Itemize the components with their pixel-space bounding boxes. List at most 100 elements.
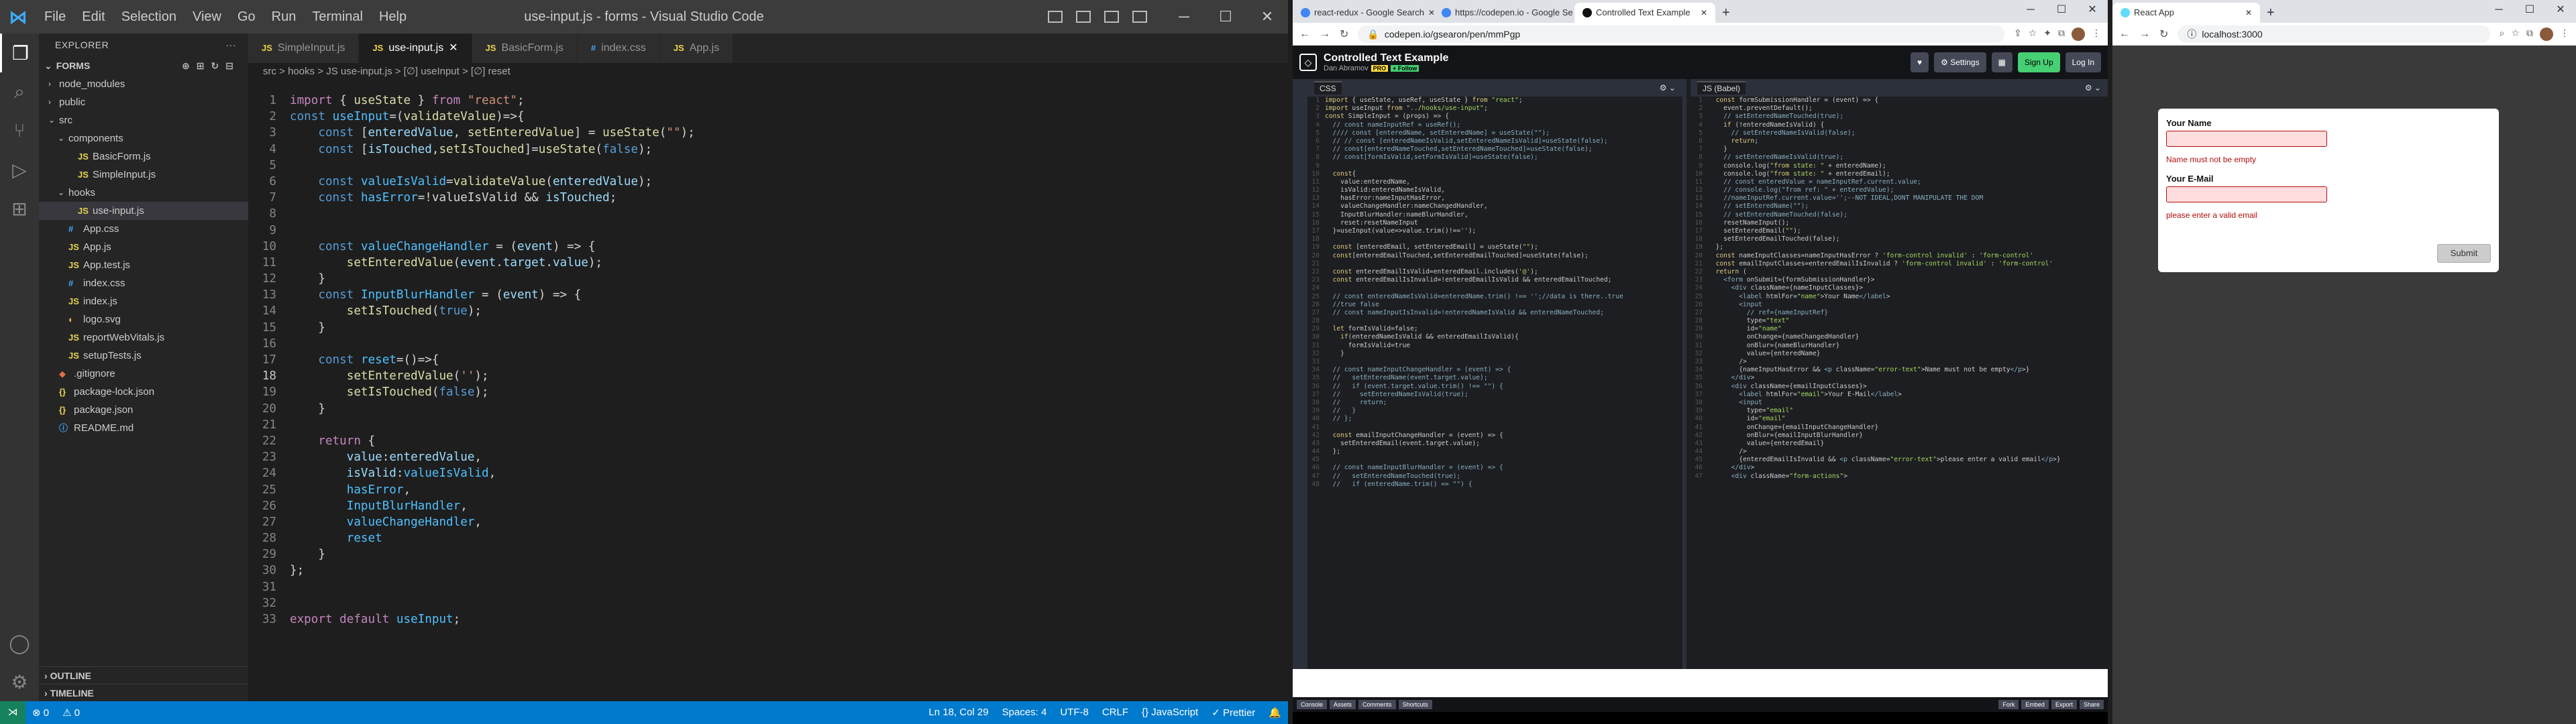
code-line[interactable]: 20 const nameInputClasses=nameInputHasEr…	[1693, 252, 2108, 260]
close-tab-icon[interactable]: ✕	[449, 34, 458, 63]
code-line[interactable]: 44 />	[1693, 448, 2108, 456]
close-icon[interactable]: ✕	[2545, 0, 2576, 20]
customize-layout-icon[interactable]	[1132, 11, 1147, 23]
remote-indicator-icon[interactable]: ⋊	[0, 701, 25, 724]
code-line[interactable]: 18 setEnteredValue('');	[248, 368, 1288, 384]
footer-console-button[interactable]: Console	[1297, 700, 1328, 709]
code-line[interactable]: 24 isValid:valueIsValid,	[248, 465, 1288, 481]
name-input[interactable]	[2166, 131, 2327, 147]
breadcrumb[interactable]: src > hooks > JS use-input.js > [∅] useI…	[248, 63, 1288, 80]
new-tab-icon[interactable]: +	[2260, 3, 2282, 23]
new-tab-icon[interactable]: +	[1715, 3, 1737, 23]
code-line[interactable]: 9	[1310, 162, 1682, 170]
code-line[interactable]: 15 }	[248, 320, 1288, 336]
tree-folder[interactable]: ⌄ hooks	[39, 184, 248, 202]
end-of-line[interactable]: CRLF	[1095, 707, 1135, 719]
forward-icon[interactable]: →	[1320, 28, 1330, 40]
forward-icon[interactable]: →	[2139, 28, 2150, 40]
more-actions-icon[interactable]: ···	[226, 34, 237, 56]
account-icon[interactable]: ◯	[0, 623, 39, 662]
code-line[interactable]: 6 const valueIsValid=validateValue(enter…	[248, 174, 1288, 190]
profile-avatar[interactable]	[2072, 27, 2085, 41]
notifications-icon[interactable]: 🔔	[1262, 707, 1288, 719]
code-line[interactable]: 9	[248, 223, 1288, 239]
code-line[interactable]: 21	[1310, 260, 1682, 268]
code-line[interactable]: 30};	[248, 562, 1288, 579]
code-line[interactable]: 17 setEnteredEmail("");	[1693, 227, 2108, 235]
code-line[interactable]: 27 // ref={nameInputRef}	[1693, 309, 2108, 317]
code-line[interactable]: 12 isValid:enteredNameIsValid,	[1310, 186, 1682, 194]
code-line[interactable]: 43 setEnteredEmail(event.target.value);	[1310, 440, 1682, 448]
menu-item-go[interactable]: Go	[229, 0, 264, 34]
code-line[interactable]: 5 // setEnteredNameIsValid(false);	[1693, 129, 2108, 137]
code-line[interactable]: 34 {nameInputHasError && <p className="e…	[1693, 366, 2108, 374]
code-line[interactable]: 42 const emailInputChangeHandler = (even…	[1310, 432, 1682, 440]
footer-export-button[interactable]: Export	[2051, 700, 2077, 709]
problems-warnings[interactable]: ⚠ 0	[56, 707, 87, 719]
tree-file[interactable]: # index.css	[39, 274, 248, 292]
bookmark-star-icon[interactable]: ☆	[2029, 27, 2037, 41]
code-line[interactable]: 38 <input	[1693, 399, 2108, 407]
code-line[interactable]: 17 const reset=()=>{	[248, 352, 1288, 368]
browser-tab[interactable]: https://codepen.io - Google Se✕	[1434, 3, 1574, 23]
editor-tab[interactable]: JS use-input.js ✕	[359, 34, 472, 63]
code-line[interactable]: 41	[1310, 424, 1682, 432]
code-line[interactable]: 28 reset	[248, 530, 1288, 546]
code-line[interactable]: 5	[248, 158, 1288, 174]
code-line[interactable]: 6 return;	[1693, 137, 2108, 145]
close-tab-icon[interactable]: ✕	[1428, 3, 1434, 23]
code-line[interactable]: 40 id="email"	[1693, 415, 2108, 423]
code-line[interactable]: 15 // setEnteredNameTouched(false);	[1693, 211, 2108, 219]
tree-folder[interactable]: › node_modules	[39, 75, 248, 93]
code-line[interactable]: 16 reset:resetNameInput	[1310, 219, 1682, 227]
timeline-section[interactable]: › TIMELINE	[39, 684, 248, 701]
footer-share-button[interactable]: Share	[2079, 700, 2104, 709]
code-line[interactable]: 34 // const nameInputChangeHandler = (ev…	[1310, 366, 1682, 374]
toggle-secondary-sidebar-icon[interactable]	[1104, 11, 1119, 23]
code-line[interactable]: 17 }=useInput(value=>value.trim()!=='');	[1310, 227, 1682, 235]
panel-settings-icon[interactable]: ⚙ ⌄	[1660, 83, 1676, 93]
code-line[interactable]: 8	[248, 206, 1288, 222]
code-line[interactable]: 28	[1310, 317, 1682, 325]
language-mode[interactable]: {} JavaScript	[1135, 707, 1205, 719]
code-line[interactable]: 3 // setEnteredNameTouched(true);	[1693, 113, 2108, 121]
profile-avatar[interactable]	[2540, 27, 2553, 41]
tree-file[interactable]: ◐ logo.svg	[39, 310, 248, 328]
tree-file[interactable]: {} package.json	[39, 401, 248, 419]
layout-button[interactable]: ▦	[1991, 52, 2012, 72]
code-line[interactable]: 22 const enteredEmailIsValid=enteredEmai…	[1310, 268, 1682, 276]
source-control-icon[interactable]: ⑂	[0, 111, 39, 150]
toggle-panel-icon[interactable]	[1076, 11, 1091, 23]
outline-section[interactable]: › OUTLINE	[39, 666, 248, 684]
code-line[interactable]: 25 hasError,	[248, 482, 1288, 498]
close-icon[interactable]: ✕	[1246, 0, 1288, 34]
code-line[interactable]: 31 onBlur={nameBlurHandler}	[1693, 342, 2108, 350]
share-icon[interactable]: ⇪	[2014, 27, 2022, 41]
code-line[interactable]: 5 //// const [enteredName, setEnteredNam…	[1310, 129, 1682, 137]
code-line[interactable]: 13 //nameInputRef.current.value='';--NOT…	[1693, 194, 2108, 202]
code-line[interactable]: 41 onChange={emailInputChangeHandler}	[1693, 424, 2108, 432]
code-line[interactable]: 26 <input	[1693, 301, 2108, 309]
code-line[interactable]: 31	[248, 579, 1288, 595]
tree-file[interactable]: JS setupTests.js	[39, 347, 248, 365]
code-line[interactable]: 47 // setEnteredNameTouched(true);	[1310, 473, 1682, 481]
code-line[interactable]: 8 // setEnteredNameIsValid(true);	[1693, 154, 2108, 162]
pen-author[interactable]: Dan Abramov	[1324, 64, 1368, 72]
code-line[interactable]: 39 type="email"	[1693, 407, 2108, 415]
code-line[interactable]: 13 const InputBlurHandler = (event) => {	[248, 287, 1288, 303]
code-line[interactable]: 24 <div className={nameInputClasses}>	[1693, 284, 2108, 292]
codepen-logo-icon[interactable]: ◇	[1299, 54, 1317, 71]
address-bar[interactable]: 🔒 codepen.io/gsearon/pen/mmPgp	[1358, 25, 2004, 43]
code-line[interactable]: 35 </div>	[1693, 374, 2108, 382]
search-icon[interactable]: ⌕	[2500, 27, 2505, 41]
search-icon[interactable]: ⌕	[0, 72, 39, 111]
minimize-icon[interactable]: ─	[2483, 0, 2514, 20]
settings-button[interactable]: ⚙ Settings	[1934, 52, 1986, 72]
code-line[interactable]: 14 // setEnteredName("");	[1693, 202, 2108, 210]
code-line[interactable]: 15 InputBlurHandler:nameBlurHandler,	[1310, 211, 1682, 219]
heart-button[interactable]: ♥	[1911, 52, 1929, 72]
code-line[interactable]: 2 const useInput=(validateValue)=>{	[248, 109, 1288, 125]
code-line[interactable]: 37 // setEnteredNameIsValid(true);	[1310, 391, 1682, 399]
code-line[interactable]: 20 }	[248, 401, 1288, 417]
code-line[interactable]: 14 setIsTouched(true);	[248, 303, 1288, 319]
